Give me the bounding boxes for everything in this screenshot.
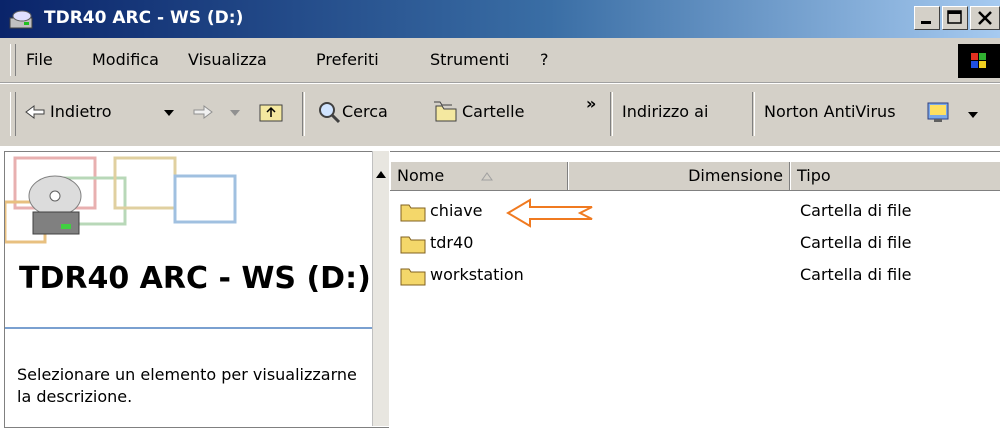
file-list: Nome Dimensione Tipo chiave Cartella di … [390, 151, 1000, 427]
divider [5, 327, 389, 329]
forward-arrow-icon [193, 105, 213, 119]
close-button[interactable] [970, 6, 1000, 30]
file-name: chiave [430, 201, 483, 220]
folder-icon [400, 268, 426, 286]
windows-logo-icon [958, 44, 1000, 78]
file-type: Cartella di file [800, 201, 912, 220]
file-row[interactable]: tdr40 Cartella di file [390, 228, 1000, 260]
maximize-button[interactable] [942, 6, 968, 30]
back-arrow-icon [25, 105, 45, 119]
minimize-button[interactable] [914, 6, 940, 30]
drive-icon [9, 10, 33, 29]
drive-title: TDR40 ARC - WS (D:) [19, 261, 371, 296]
menu-strumenti[interactable]: Strumenti [430, 50, 509, 69]
back-button[interactable]: Indietro [24, 98, 180, 128]
toolbar: Indietro Cerca Cartelle » Indirizzo ai N… [0, 83, 1000, 146]
scroll-up-button[interactable] [373, 161, 389, 187]
file-name: tdr40 [430, 233, 474, 252]
column-name-label: Nome [397, 166, 445, 185]
description-text: Selezionare un elemento per visualizzarn… [17, 365, 357, 406]
folders-label: Cartelle [462, 102, 525, 121]
menu-help[interactable]: ? [540, 50, 549, 69]
column-name[interactable]: Nome [390, 162, 568, 190]
menu-file[interactable]: File [26, 50, 53, 69]
toolbar-separator [610, 92, 613, 136]
drive-banner-icon [5, 156, 237, 244]
annotation-arrow-icon [506, 198, 593, 228]
column-type[interactable]: Tipo [790, 162, 1000, 190]
menu-modifica[interactable]: Modifica [92, 50, 159, 69]
menu-grip[interactable] [10, 44, 16, 76]
more-chevron[interactable]: » [586, 94, 596, 113]
file-row[interactable]: workstation Cartella di file [390, 260, 1000, 292]
file-type: Cartella di file [800, 265, 912, 284]
menu-visualizza[interactable]: Visualizza [188, 50, 267, 69]
norton-label[interactable]: Norton AntiVirus [764, 102, 896, 121]
minimize-icon [921, 21, 931, 24]
menu-preferiti[interactable]: Preferiti [316, 50, 379, 69]
dropdown-arrow-icon[interactable] [230, 110, 240, 118]
column-size[interactable]: Dimensione [568, 162, 790, 190]
toolbar-separator [752, 92, 755, 136]
folders-button[interactable]: Cartelle [432, 98, 554, 128]
window-title: TDR40 ARC - WS (D:) [44, 8, 244, 28]
vertical-scrollbar[interactable] [372, 151, 389, 426]
dropdown-arrow-icon[interactable] [968, 112, 978, 120]
column-type-label: Tipo [797, 166, 831, 185]
folders-icon [434, 101, 457, 122]
forward-button[interactable] [192, 98, 248, 128]
search-button[interactable]: Cerca [316, 98, 420, 128]
maximize-icon [947, 10, 962, 24]
search-label: Cerca [342, 102, 388, 121]
address-label[interactable]: Indirizzo ai [622, 102, 708, 121]
menu-bar: File Modifica Visualizza Preferiti Strum… [0, 38, 1000, 83]
column-size-label: Dimensione [688, 166, 783, 185]
folder-up-icon[interactable] [258, 100, 284, 124]
file-row[interactable]: chiave Cartella di file [390, 196, 1000, 228]
folder-icon [400, 204, 426, 222]
column-header: Nome Dimensione Tipo [390, 162, 1000, 191]
scroll-up-icon [376, 171, 386, 178]
sort-up-icon [481, 172, 493, 181]
norton-icon[interactable] [926, 100, 952, 124]
info-pane: TDR40 ARC - WS (D:) Selezionare un eleme… [4, 151, 389, 428]
dropdown-arrow-icon[interactable] [164, 110, 174, 118]
close-icon [978, 11, 992, 25]
search-icon [319, 102, 341, 124]
back-label: Indietro [50, 102, 112, 121]
title-bar[interactable]: TDR40 ARC - WS (D:) [0, 0, 1000, 38]
toolbar-separator [302, 92, 305, 136]
file-name: workstation [430, 265, 524, 284]
folder-icon [400, 236, 426, 254]
file-type: Cartella di file [800, 233, 912, 252]
toolbar-grip[interactable] [10, 92, 16, 136]
